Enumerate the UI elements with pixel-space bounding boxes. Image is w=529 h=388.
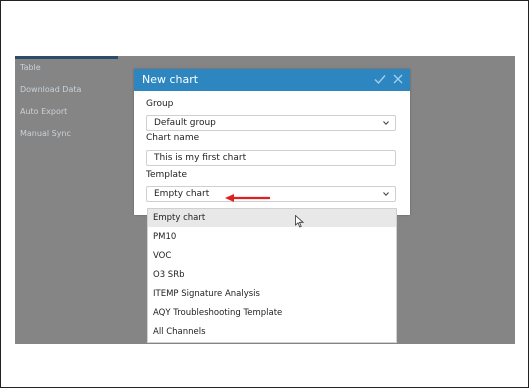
close-icon[interactable] <box>391 72 405 86</box>
chevron-down-icon <box>383 121 389 126</box>
group-label: Group <box>146 99 174 109</box>
chart-name-value: This is my first chart <box>154 153 247 163</box>
template-dropdown-list: Empty chart PM10 VOC O3 SRb ITEMP Signat… <box>147 208 397 343</box>
new-chart-dialog: New chart Group Default group Chart name… <box>134 69 410 215</box>
group-select[interactable]: Default group <box>146 115 396 131</box>
chart-name-input[interactable]: This is my first chart <box>146 150 396 166</box>
confirm-check-icon[interactable] <box>373 72 387 86</box>
sidebar-item-manual-sync[interactable]: Manual Sync <box>20 129 71 138</box>
chevron-down-icon <box>383 192 389 197</box>
sidebar-item-auto-export[interactable]: Auto Export <box>20 107 67 116</box>
dropdown-option-voc[interactable]: VOC <box>148 247 396 265</box>
sidebar-accent-line <box>15 56 118 59</box>
dropdown-option-pm10[interactable]: PM10 <box>148 228 396 246</box>
chart-name-label: Chart name <box>146 133 200 143</box>
dropdown-option-aqy-troubleshooting-template[interactable]: AQY Troubleshooting Template <box>148 304 396 322</box>
group-select-value: Default group <box>154 118 216 128</box>
sidebar-item-table[interactable]: Table <box>20 63 41 72</box>
template-select-value: Empty chart <box>154 189 210 199</box>
screenshot-frame: Table Download Data Auto Export Manual S… <box>0 0 529 388</box>
dropdown-option-empty-chart[interactable]: Empty chart <box>148 209 396 227</box>
dialog-header: New chart <box>134 69 410 91</box>
template-select[interactable]: Empty chart <box>146 186 396 202</box>
dropdown-option-itemp-signature-analysis[interactable]: ITEMP Signature Analysis <box>148 285 396 303</box>
mouse-cursor-icon <box>295 215 304 228</box>
dropdown-option-o3-srb[interactable]: O3 SRb <box>148 266 396 284</box>
sidebar-item-download-data[interactable]: Download Data <box>20 85 81 94</box>
dialog-title: New chart <box>142 73 199 86</box>
template-label: Template <box>146 170 188 180</box>
dropdown-option-all-channels[interactable]: All Channels <box>148 323 396 341</box>
annotation-arrow-icon <box>225 194 270 202</box>
